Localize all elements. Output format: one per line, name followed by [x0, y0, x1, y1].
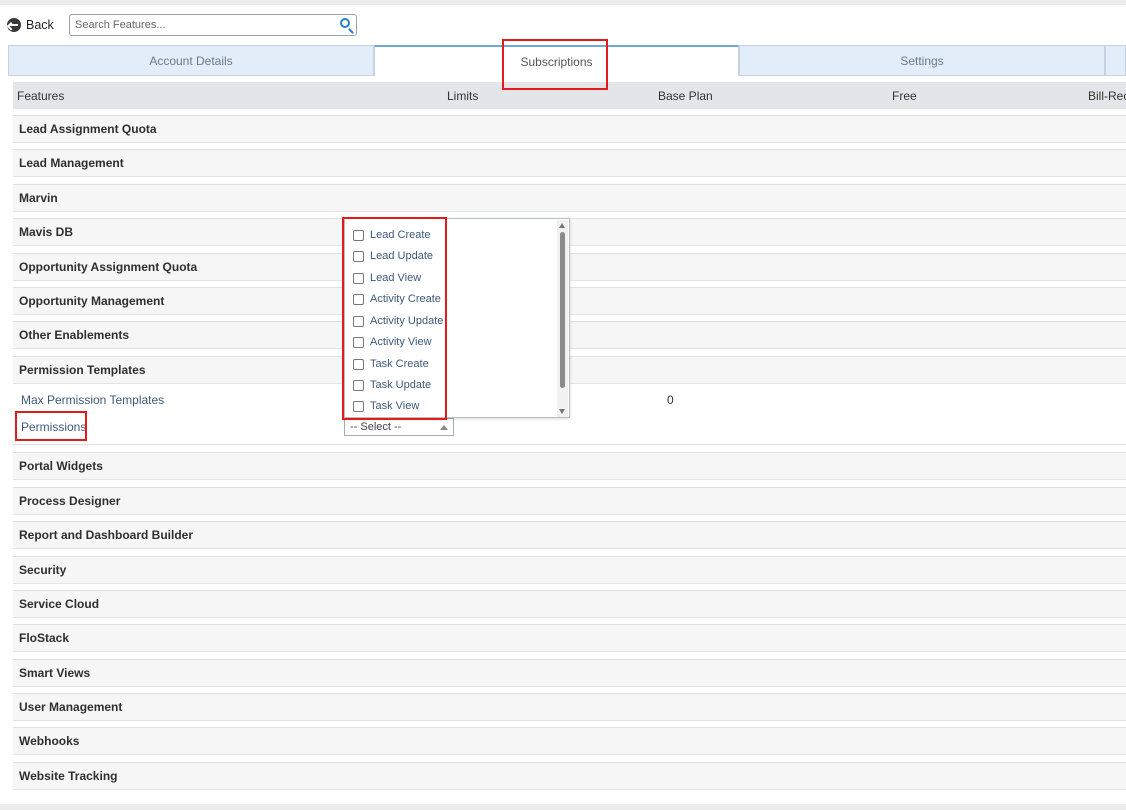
column-header-free: Free	[892, 89, 917, 103]
option-task-view[interactable]: Task View	[353, 398, 419, 414]
option-task-create[interactable]: Task Create	[353, 356, 429, 372]
checkbox[interactable]	[353, 229, 364, 241]
permissions-label: Permissions	[21, 420, 87, 434]
option-label: Activity View	[370, 336, 432, 348]
column-header-bill-rec: Bill-Rec	[1088, 89, 1126, 103]
feature-row-report-and-dashboard-builder[interactable]: Report and Dashboard Builder	[13, 521, 1126, 549]
search-input[interactable]	[70, 15, 325, 35]
checkbox[interactable]	[353, 293, 364, 305]
back-label: Back	[26, 18, 54, 32]
permissions-dropdown-list: Lead Create Lead Update Lead View Activi…	[344, 218, 570, 418]
search-box	[69, 14, 357, 36]
column-header-limits: Limits	[447, 89, 479, 103]
feature-row-lead-assignment-quota[interactable]: Lead Assignment Quota	[13, 115, 1126, 143]
caret-up-icon	[440, 425, 448, 430]
tab-account-details[interactable]: Account Details	[8, 45, 374, 76]
feature-row-lead-management[interactable]: Lead Management	[13, 149, 1126, 177]
feature-row-smart-views[interactable]: Smart Views	[13, 659, 1126, 687]
bottom-strip	[0, 804, 1126, 810]
option-activity-view[interactable]: Activity View	[353, 334, 432, 350]
dropdown-scrollbar[interactable]	[557, 220, 568, 417]
checkbox[interactable]	[353, 315, 364, 327]
option-label: Lead Create	[370, 229, 431, 241]
checkbox[interactable]	[353, 358, 364, 370]
checkbox[interactable]	[353, 400, 364, 412]
tab-bar: Account Details Subscriptions Settings	[8, 45, 1126, 76]
scroll-up-arrow-icon[interactable]	[559, 223, 565, 228]
column-header-features: Features	[17, 89, 65, 103]
option-lead-update[interactable]: Lead Update	[353, 248, 433, 264]
feature-row-website-tracking[interactable]: Website Tracking	[13, 762, 1126, 790]
option-label: Lead Update	[370, 250, 433, 262]
scroll-down-arrow-icon[interactable]	[559, 409, 565, 414]
option-label: Activity Update	[370, 315, 444, 327]
max-permission-templates-label: Max Permission Templates	[21, 393, 165, 407]
option-activity-update[interactable]: Activity Update	[353, 313, 443, 329]
feature-row-security[interactable]: Security	[13, 556, 1126, 584]
option-activity-create[interactable]: Activity Create	[353, 291, 441, 307]
tab-overflow[interactable]	[1105, 45, 1126, 76]
permissions-select-value: -- Select --	[350, 421, 402, 433]
search-icon[interactable]	[340, 18, 350, 28]
feature-row-marvin[interactable]: Marvin	[13, 184, 1126, 212]
option-label: Task Update	[370, 379, 432, 391]
feature-row-webhooks[interactable]: Webhooks	[13, 727, 1126, 755]
back-button[interactable]: Back	[7, 17, 54, 33]
feature-row-flostack[interactable]: FloStack	[13, 624, 1126, 652]
column-header-base-plan: Base Plan	[658, 89, 713, 103]
feature-row-process-designer[interactable]: Process Designer	[13, 487, 1126, 515]
option-task-update[interactable]: Task Update	[353, 377, 431, 393]
option-label: Task View	[370, 400, 420, 412]
tab-settings[interactable]: Settings	[739, 45, 1105, 76]
checkbox[interactable]	[353, 272, 364, 284]
table-header: Features Limits Base Plan Free Bill-Rec	[13, 82, 1126, 109]
tab-subscriptions[interactable]: Subscriptions	[374, 45, 739, 76]
scroll-thumb[interactable]	[560, 232, 565, 388]
option-label: Task Create	[370, 358, 429, 370]
permissions-select[interactable]: -- Select --	[344, 418, 454, 436]
section-divider	[13, 444, 1126, 445]
option-lead-view[interactable]: Lead View	[353, 270, 421, 286]
checkbox[interactable]	[353, 250, 364, 262]
max-permission-templates-base-plan-value: 0	[667, 393, 674, 407]
feature-row-user-management[interactable]: User Management	[13, 693, 1126, 721]
back-arrow-circle-icon	[7, 18, 21, 32]
checkbox[interactable]	[353, 336, 364, 348]
feature-row-portal-widgets[interactable]: Portal Widgets	[13, 452, 1126, 480]
top-strip	[0, 0, 1126, 5]
option-label: Activity Create	[370, 293, 441, 305]
checkbox[interactable]	[353, 379, 364, 391]
option-lead-create[interactable]: Lead Create	[353, 227, 431, 243]
option-label: Lead View	[370, 272, 422, 284]
feature-row-service-cloud[interactable]: Service Cloud	[13, 590, 1126, 618]
